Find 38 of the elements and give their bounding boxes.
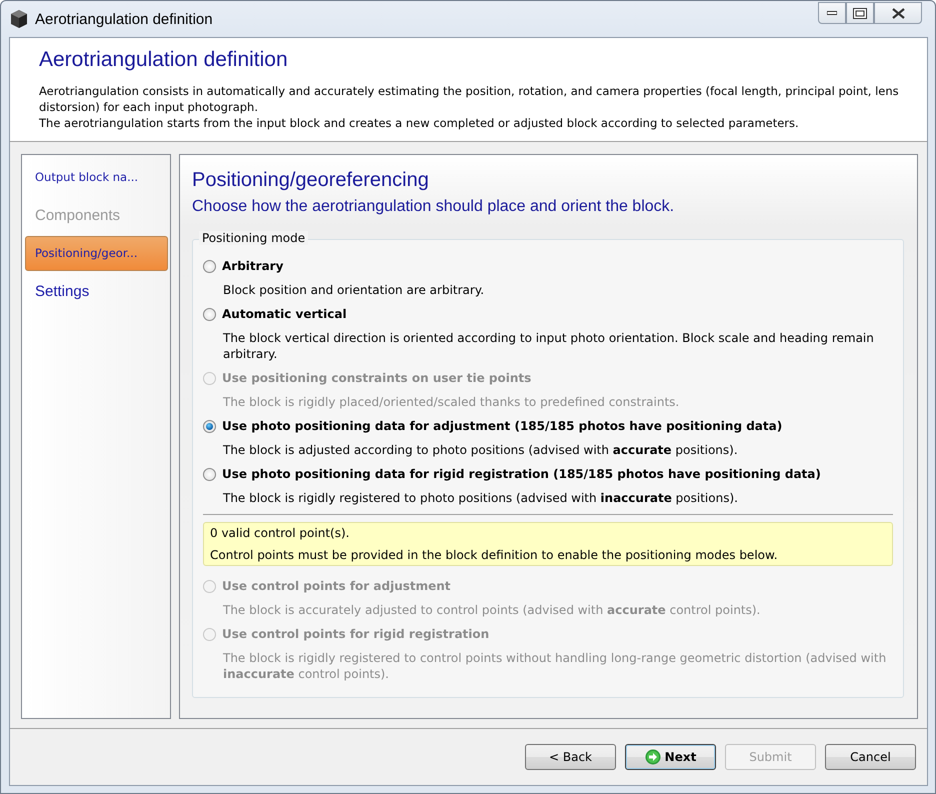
- radio-button[interactable]: [203, 420, 216, 432]
- option-description: The block vertical direction is oriented according to input photo orientation. Block scale and heading remain arbitrary.: [223, 330, 875, 363]
- radio-button[interactable]: [203, 308, 216, 320]
- close-icon: [892, 8, 904, 18]
- radio-button[interactable]: [203, 468, 216, 480]
- wizard-button[interactable]: Cancel: [825, 744, 916, 770]
- minimize-icon: [827, 11, 837, 15]
- option-label[interactable]: Automatic vertical: [222, 307, 347, 321]
- window-title: Aerotriangulation definition: [35, 10, 213, 28]
- maximize-button[interactable]: [846, 2, 874, 24]
- page-subtitle: Choose how the aerotriangulation should place and orient the block.: [192, 198, 676, 216]
- option-label[interactable]: Use photo positioning data for adjustment (185/185 photos have positioning data): [222, 419, 782, 433]
- sidebar-item[interactable]: Settings: [25, 274, 168, 309]
- option-description: The block is adjusted according to photo positions (advised with accurate positions).: [223, 442, 739, 459]
- maximize-icon: [853, 8, 867, 18]
- option-description: Block position and orientation are arbitrary.: [223, 282, 486, 299]
- group-title: Positioning mode: [199, 231, 308, 245]
- radio-button[interactable]: [203, 260, 216, 272]
- option-label[interactable]: Use photo positioning data for rigid registration (185/185 photos have positioning data): [222, 467, 821, 481]
- header-title: Aerotriangulation definition: [39, 48, 289, 72]
- wizard-button[interactable]: < Back: [525, 744, 616, 770]
- minimize-button[interactable]: [818, 2, 846, 24]
- close-button[interactable]: [874, 2, 922, 24]
- page-title: Positioning/georeferencing: [192, 169, 430, 192]
- option-description: The block is rigidly registered to photo positions (advised with inaccurate positions).: [223, 490, 739, 507]
- option-label[interactable]: Arbitrary: [222, 259, 284, 273]
- cube-icon: [9, 9, 29, 29]
- header-description: The aerotriangulation starts from the input block and creates a new completed or adjusted block according to selected parameters.: [39, 115, 800, 131]
- note-text: 0 valid control point(s).: [210, 526, 350, 540]
- sidebar-item[interactable]: Output block na...: [25, 160, 168, 195]
- note-text: Control points must be provided in the block definition to enable the positioning modes below.: [210, 548, 779, 562]
- header-description: Aerotriangulation consists in automatically and accurately estimating the position, rotation, and camera properties (focal length, principal point, lens distorsion) for each input photograph.: [39, 83, 900, 115]
- arrow-icon: [644, 749, 661, 765]
- sidebar-item[interactable]: Positioning/geor...: [25, 236, 168, 271]
- option-description: The block is accurately adjusted to control points (advised with accurate control points).: [223, 602, 762, 619]
- wizard-button[interactable]: Next: [625, 744, 716, 770]
- option-description: The block is rigidly placed/oriented/scaled thanks to predefined constraints.: [223, 394, 680, 411]
- option-description: The block is rigidly registered to control points without handling long-range geometric distortion (advised with inaccurate control points).: [223, 650, 888, 683]
